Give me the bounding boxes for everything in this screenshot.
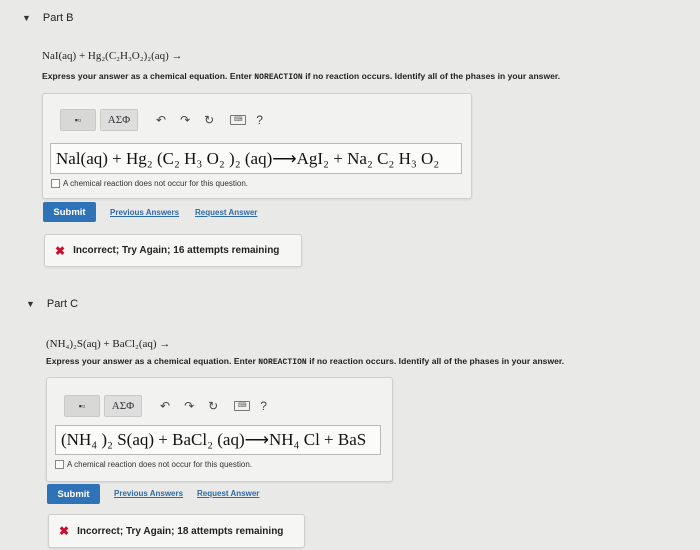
part-c-answer-field[interactable]: (NH₄ )₂ S(aq) + BaCl₂ (aq)⟶NH₄ Cl + BaS <box>55 425 381 455</box>
undo-icon[interactable]: ↶ <box>156 113 166 127</box>
part-c-instructions: Express your answer as a chemical equati… <box>46 356 565 367</box>
part-b-no-reaction-row[interactable]: A chemical reaction does not occur for t… <box>51 179 248 188</box>
part-b-previous-answers-link[interactable]: Previous Answers <box>110 208 179 217</box>
caret-down-icon[interactable]: ▼ <box>22 13 31 23</box>
redo-icon[interactable]: ↷ <box>184 399 194 413</box>
part-b-toolbar: ▪▫ ΑΣΦ ↶ ↷ ↻ ⌨ ? <box>60 109 263 131</box>
x-icon: ✖ <box>59 524 70 538</box>
x-icon: ✖ <box>55 243 66 258</box>
part-c-reaction: (NH₄)₂S(aq) + BaCl₂(aq) → <box>46 338 171 350</box>
part-c-feedback-text: Incorrect; Try Again; 18 attempts remain… <box>77 525 284 537</box>
part-c-previous-answers-link[interactable]: Previous Answers <box>114 489 183 498</box>
no-reaction-label: A chemical reaction does not occur for t… <box>67 460 252 469</box>
part-c-request-answer-link[interactable]: Request Answer <box>197 489 259 498</box>
part-c-submit-button[interactable]: Submit <box>47 484 100 504</box>
part-c-title: Part C <box>46 298 79 310</box>
part-b-feedback: ✖ Incorrect; Try Again; 16 attempts rema… <box>44 234 302 267</box>
caret-down-icon[interactable]: ▼ <box>26 299 35 309</box>
part-c-feedback: ✖ Incorrect; Try Again; 18 attempts rema… <box>48 514 305 548</box>
keyboard-icon[interactable]: ⌨ <box>234 401 251 411</box>
help-icon[interactable]: ? <box>256 113 263 127</box>
part-c-header[interactable]: ▼ Part C <box>26 298 78 310</box>
template-icon: ▪▫ <box>74 115 82 125</box>
part-b-title: Part B <box>42 12 74 24</box>
template-icon: ▪▫ <box>78 401 86 411</box>
reset-icon[interactable]: ↻ <box>204 113 214 127</box>
greek-symbols-button[interactable]: ΑΣΦ <box>104 395 142 417</box>
part-b-instructions: Express your answer as a chemical equati… <box>42 71 561 82</box>
no-reaction-checkbox[interactable] <box>55 460 64 469</box>
keyboard-icon[interactable]: ⌨ <box>230 115 247 125</box>
part-b-submit-button[interactable]: Submit <box>43 202 96 222</box>
part-c-no-reaction-row[interactable]: A chemical reaction does not occur for t… <box>55 460 252 469</box>
part-b-answer-field[interactable]: Nal(aq) + Hg₂ (C₂ H₃ O₂ )₂ (aq)⟶AgI₂ + N… <box>50 143 462 174</box>
help-icon[interactable]: ? <box>260 399 267 413</box>
part-b-feedback-text: Incorrect; Try Again; 16 attempts remain… <box>73 245 280 256</box>
part-b-header[interactable]: ▼ Part B <box>22 12 74 24</box>
part-b-request-answer-link[interactable]: Request Answer <box>195 208 257 217</box>
no-reaction-label: A chemical reaction does not occur for t… <box>63 179 248 188</box>
reset-icon[interactable]: ↻ <box>208 399 218 413</box>
template-button[interactable]: ▪▫ <box>60 109 96 131</box>
part-b-reaction: NaI(aq) + Hg₂(C₂H₃O₂)₂(aq) → <box>42 50 183 62</box>
greek-symbols-button[interactable]: ΑΣΦ <box>100 109 138 131</box>
part-c-toolbar: ▪▫ ΑΣΦ ↶ ↷ ↻ ⌨ ? <box>64 395 267 417</box>
redo-icon[interactable]: ↷ <box>180 113 190 127</box>
template-button[interactable]: ▪▫ <box>64 395 100 417</box>
undo-icon[interactable]: ↶ <box>160 399 170 413</box>
no-reaction-checkbox[interactable] <box>51 179 60 188</box>
